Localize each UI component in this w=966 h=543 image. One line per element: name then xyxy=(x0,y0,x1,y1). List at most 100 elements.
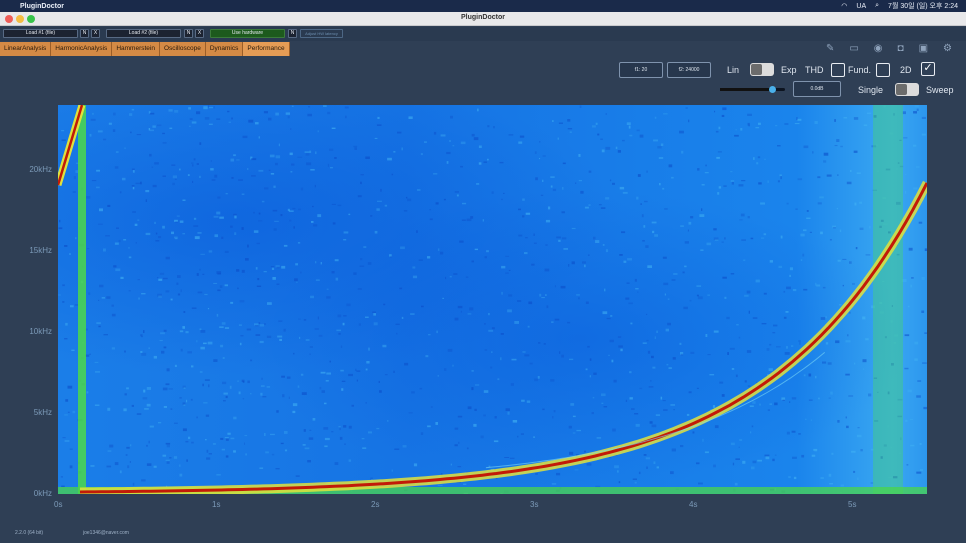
noise-speck xyxy=(612,428,616,432)
noise-speck xyxy=(323,427,329,430)
notes-icon[interactable]: ✎ xyxy=(826,43,834,54)
noise-speck xyxy=(229,385,232,389)
noise-speck xyxy=(146,463,152,466)
app-menu-name[interactable]: PluginDoctor xyxy=(20,3,64,10)
noise-speck xyxy=(62,437,66,439)
tab-linear-analysis[interactable]: LinearAnalysis xyxy=(0,42,52,56)
search-icon[interactable]: ⌕ xyxy=(875,2,879,10)
noise-speck xyxy=(610,315,613,317)
noise-speck xyxy=(348,459,352,462)
noise-speck xyxy=(280,442,284,445)
plugin-2-n-button[interactable]: N xyxy=(184,29,193,38)
noise-speck xyxy=(752,401,756,404)
gain-slider-thumb[interactable] xyxy=(768,86,776,93)
f1-field[interactable]: f1: 20 xyxy=(619,62,663,78)
menu-extras: ◠ UA ⌕ 7월 30일 (일) 오후 2:24 xyxy=(841,1,958,11)
thd-checkbox[interactable] xyxy=(831,63,845,77)
noise-speck xyxy=(757,156,761,159)
lin-exp-toggle[interactable] xyxy=(750,63,774,76)
noise-speck xyxy=(792,289,797,292)
noise-speck xyxy=(730,273,735,275)
noise-speck xyxy=(713,330,719,333)
noise-speck xyxy=(289,152,293,156)
noise-speck xyxy=(270,173,275,175)
noise-speck xyxy=(526,400,531,403)
plugin-1-close-button[interactable]: X xyxy=(91,29,100,38)
noise-speck xyxy=(238,324,242,326)
noise-speck xyxy=(533,233,535,236)
noise-speck xyxy=(188,107,191,110)
fund-label: Fund. xyxy=(848,65,872,75)
spectrogram-plot[interactable] xyxy=(58,105,927,494)
gain-field[interactable]: 0.0dB xyxy=(793,81,841,97)
tab-performance[interactable]: Performance xyxy=(243,42,290,56)
noise-speck xyxy=(500,333,504,335)
adjust-hw-latency-button[interactable]: Adjust HW latency xyxy=(300,29,343,38)
noise-speck xyxy=(907,305,910,308)
noise-speck xyxy=(722,276,727,279)
2d-checkbox[interactable]: ✓ xyxy=(921,62,935,76)
noise-speck xyxy=(236,269,240,272)
noise-speck xyxy=(606,317,611,320)
noise-speck xyxy=(473,137,479,141)
noise-speck xyxy=(361,438,365,440)
single-sweep-toggle[interactable] xyxy=(895,83,919,96)
noise-speck xyxy=(281,265,286,269)
noise-speck xyxy=(200,346,205,350)
eye-icon[interactable]: ◉ xyxy=(874,43,883,54)
noise-speck xyxy=(103,334,108,336)
load-plugin-2-button[interactable]: Load #2 (file) xyxy=(106,29,181,38)
noise-speck xyxy=(808,373,812,377)
use-hardware-button[interactable]: Use hardware xyxy=(210,29,285,38)
noise-speck xyxy=(614,465,619,469)
window-icon[interactable]: ▣ xyxy=(919,43,928,54)
hardware-n-button[interactable]: N xyxy=(288,29,297,38)
noise-speck xyxy=(618,481,621,484)
noise-speck xyxy=(510,383,514,386)
fund-checkbox[interactable] xyxy=(876,63,890,77)
noise-speck xyxy=(584,450,586,453)
noise-speck xyxy=(140,351,143,353)
noise-speck xyxy=(830,391,833,395)
noise-speck xyxy=(73,176,76,180)
wifi-icon[interactable]: ◠ xyxy=(841,2,847,10)
noise-speck xyxy=(642,342,647,344)
noise-speck xyxy=(471,260,474,263)
noise-speck xyxy=(696,387,699,389)
noise-speck xyxy=(684,265,687,268)
noise-speck xyxy=(567,128,573,130)
noise-speck xyxy=(256,242,260,245)
load-plugin-1-button[interactable]: Load #1 (file) xyxy=(3,29,78,38)
noise-speck xyxy=(795,208,798,210)
gain-slider[interactable] xyxy=(720,86,785,93)
tab-harmonic-analysis[interactable]: HarmonicAnalysis xyxy=(51,42,113,56)
toggle-knob xyxy=(751,64,762,75)
noise-speck xyxy=(269,154,275,158)
exp-label: Exp xyxy=(781,65,797,75)
noise-speck xyxy=(789,274,791,277)
noise-speck xyxy=(329,360,331,363)
book-icon[interactable]: ▭ xyxy=(849,43,858,54)
clock[interactable]: 7월 30일 (일) 오후 2:24 xyxy=(888,1,958,11)
noise-speck xyxy=(533,436,535,438)
tab-hammerstein[interactable]: Hammerstein xyxy=(112,42,160,56)
plugin-1-n-button[interactable]: N xyxy=(80,29,89,38)
noise-speck xyxy=(275,468,280,470)
noise-speck xyxy=(241,227,244,230)
noise-speck xyxy=(916,108,919,111)
noise-speck xyxy=(905,419,908,422)
noise-speck xyxy=(210,168,214,171)
noise-speck xyxy=(904,334,910,337)
plugin-2-close-button[interactable]: X xyxy=(195,29,204,38)
noise-speck xyxy=(237,287,239,290)
tab-oscilloscope[interactable]: Oscilloscope xyxy=(159,42,206,56)
tab-dynamics[interactable]: Dynamics xyxy=(205,42,244,56)
f2-field[interactable]: f2: 24000 xyxy=(667,62,711,78)
language-indicator[interactable]: UA xyxy=(856,3,866,10)
camera-icon[interactable]: ◘ xyxy=(898,43,904,54)
noise-speck xyxy=(382,344,387,348)
noise-speck xyxy=(205,414,210,417)
noise-speck xyxy=(223,392,228,395)
noise-speck xyxy=(111,313,116,317)
gear-icon[interactable]: ⚙ xyxy=(943,43,952,54)
